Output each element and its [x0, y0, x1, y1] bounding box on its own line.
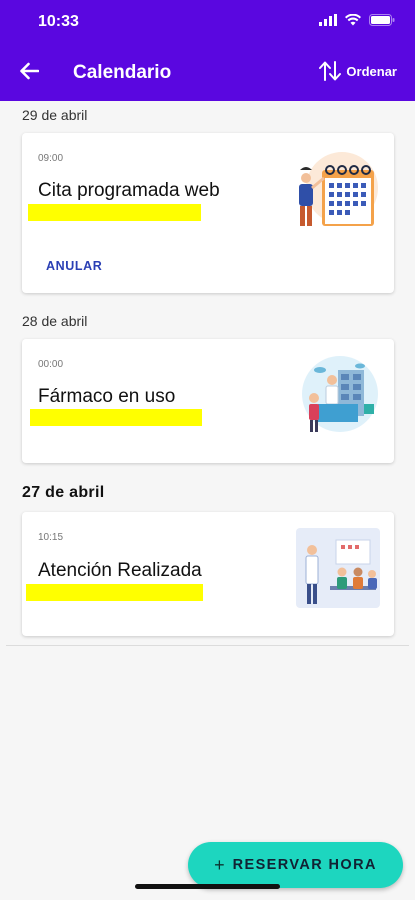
plus-icon: + — [214, 854, 225, 875]
attention-card[interactable]: 10:15 Atención Realizada — [22, 512, 394, 636]
card-title: Cita programada web — [38, 180, 220, 201]
cancel-button[interactable]: ANULAR — [46, 259, 102, 273]
calendar-illustration — [299, 152, 378, 226]
book-appointment-button[interactable]: + RESERVAR HORA — [188, 842, 403, 888]
status-time: 10:33 — [38, 13, 79, 30]
app-bar: Calendario Ordenar — [0, 50, 415, 96]
wifi-icon — [345, 14, 361, 26]
order-button[interactable]: Ordenar — [318, 60, 397, 82]
sort-icon — [319, 61, 342, 81]
list-divider — [6, 645, 409, 646]
card-title: Atención Realizada — [38, 560, 202, 581]
order-label: Ordenar — [346, 63, 397, 79]
home-indicator — [135, 884, 280, 889]
back-button[interactable] — [14, 56, 44, 86]
appointment-card[interactable]: 09:00 Cita programada web ANULAR — [22, 133, 394, 293]
arrow-left-icon — [20, 62, 39, 80]
app-header: 10:33 Calendario Ordenar — [0, 0, 415, 101]
redaction-highlight — [30, 409, 202, 426]
date-header: 28 de abril — [22, 313, 88, 329]
page-title: Calendario — [73, 62, 172, 83]
clinic-illustration — [296, 528, 380, 608]
redaction-highlight — [26, 584, 203, 601]
redaction-highlight — [28, 204, 201, 221]
card-time: 00:00 — [38, 359, 64, 370]
status-icons — [319, 14, 395, 26]
pharmacy-illustration — [302, 356, 378, 432]
card-time: 10:15 — [38, 532, 64, 543]
date-header: 29 de abril — [22, 107, 88, 123]
status-bar: 10:33 — [0, 0, 415, 44]
card-title: Fármaco en uso — [38, 386, 176, 407]
battery-icon — [369, 14, 395, 26]
fab-label: RESERVAR HORA — [232, 857, 377, 873]
card-time: 09:00 — [38, 153, 64, 164]
date-header: 27 de abril — [22, 484, 105, 501]
signal-icon — [319, 14, 337, 26]
medication-card[interactable]: 00:00 Fármaco en uso — [22, 339, 394, 463]
